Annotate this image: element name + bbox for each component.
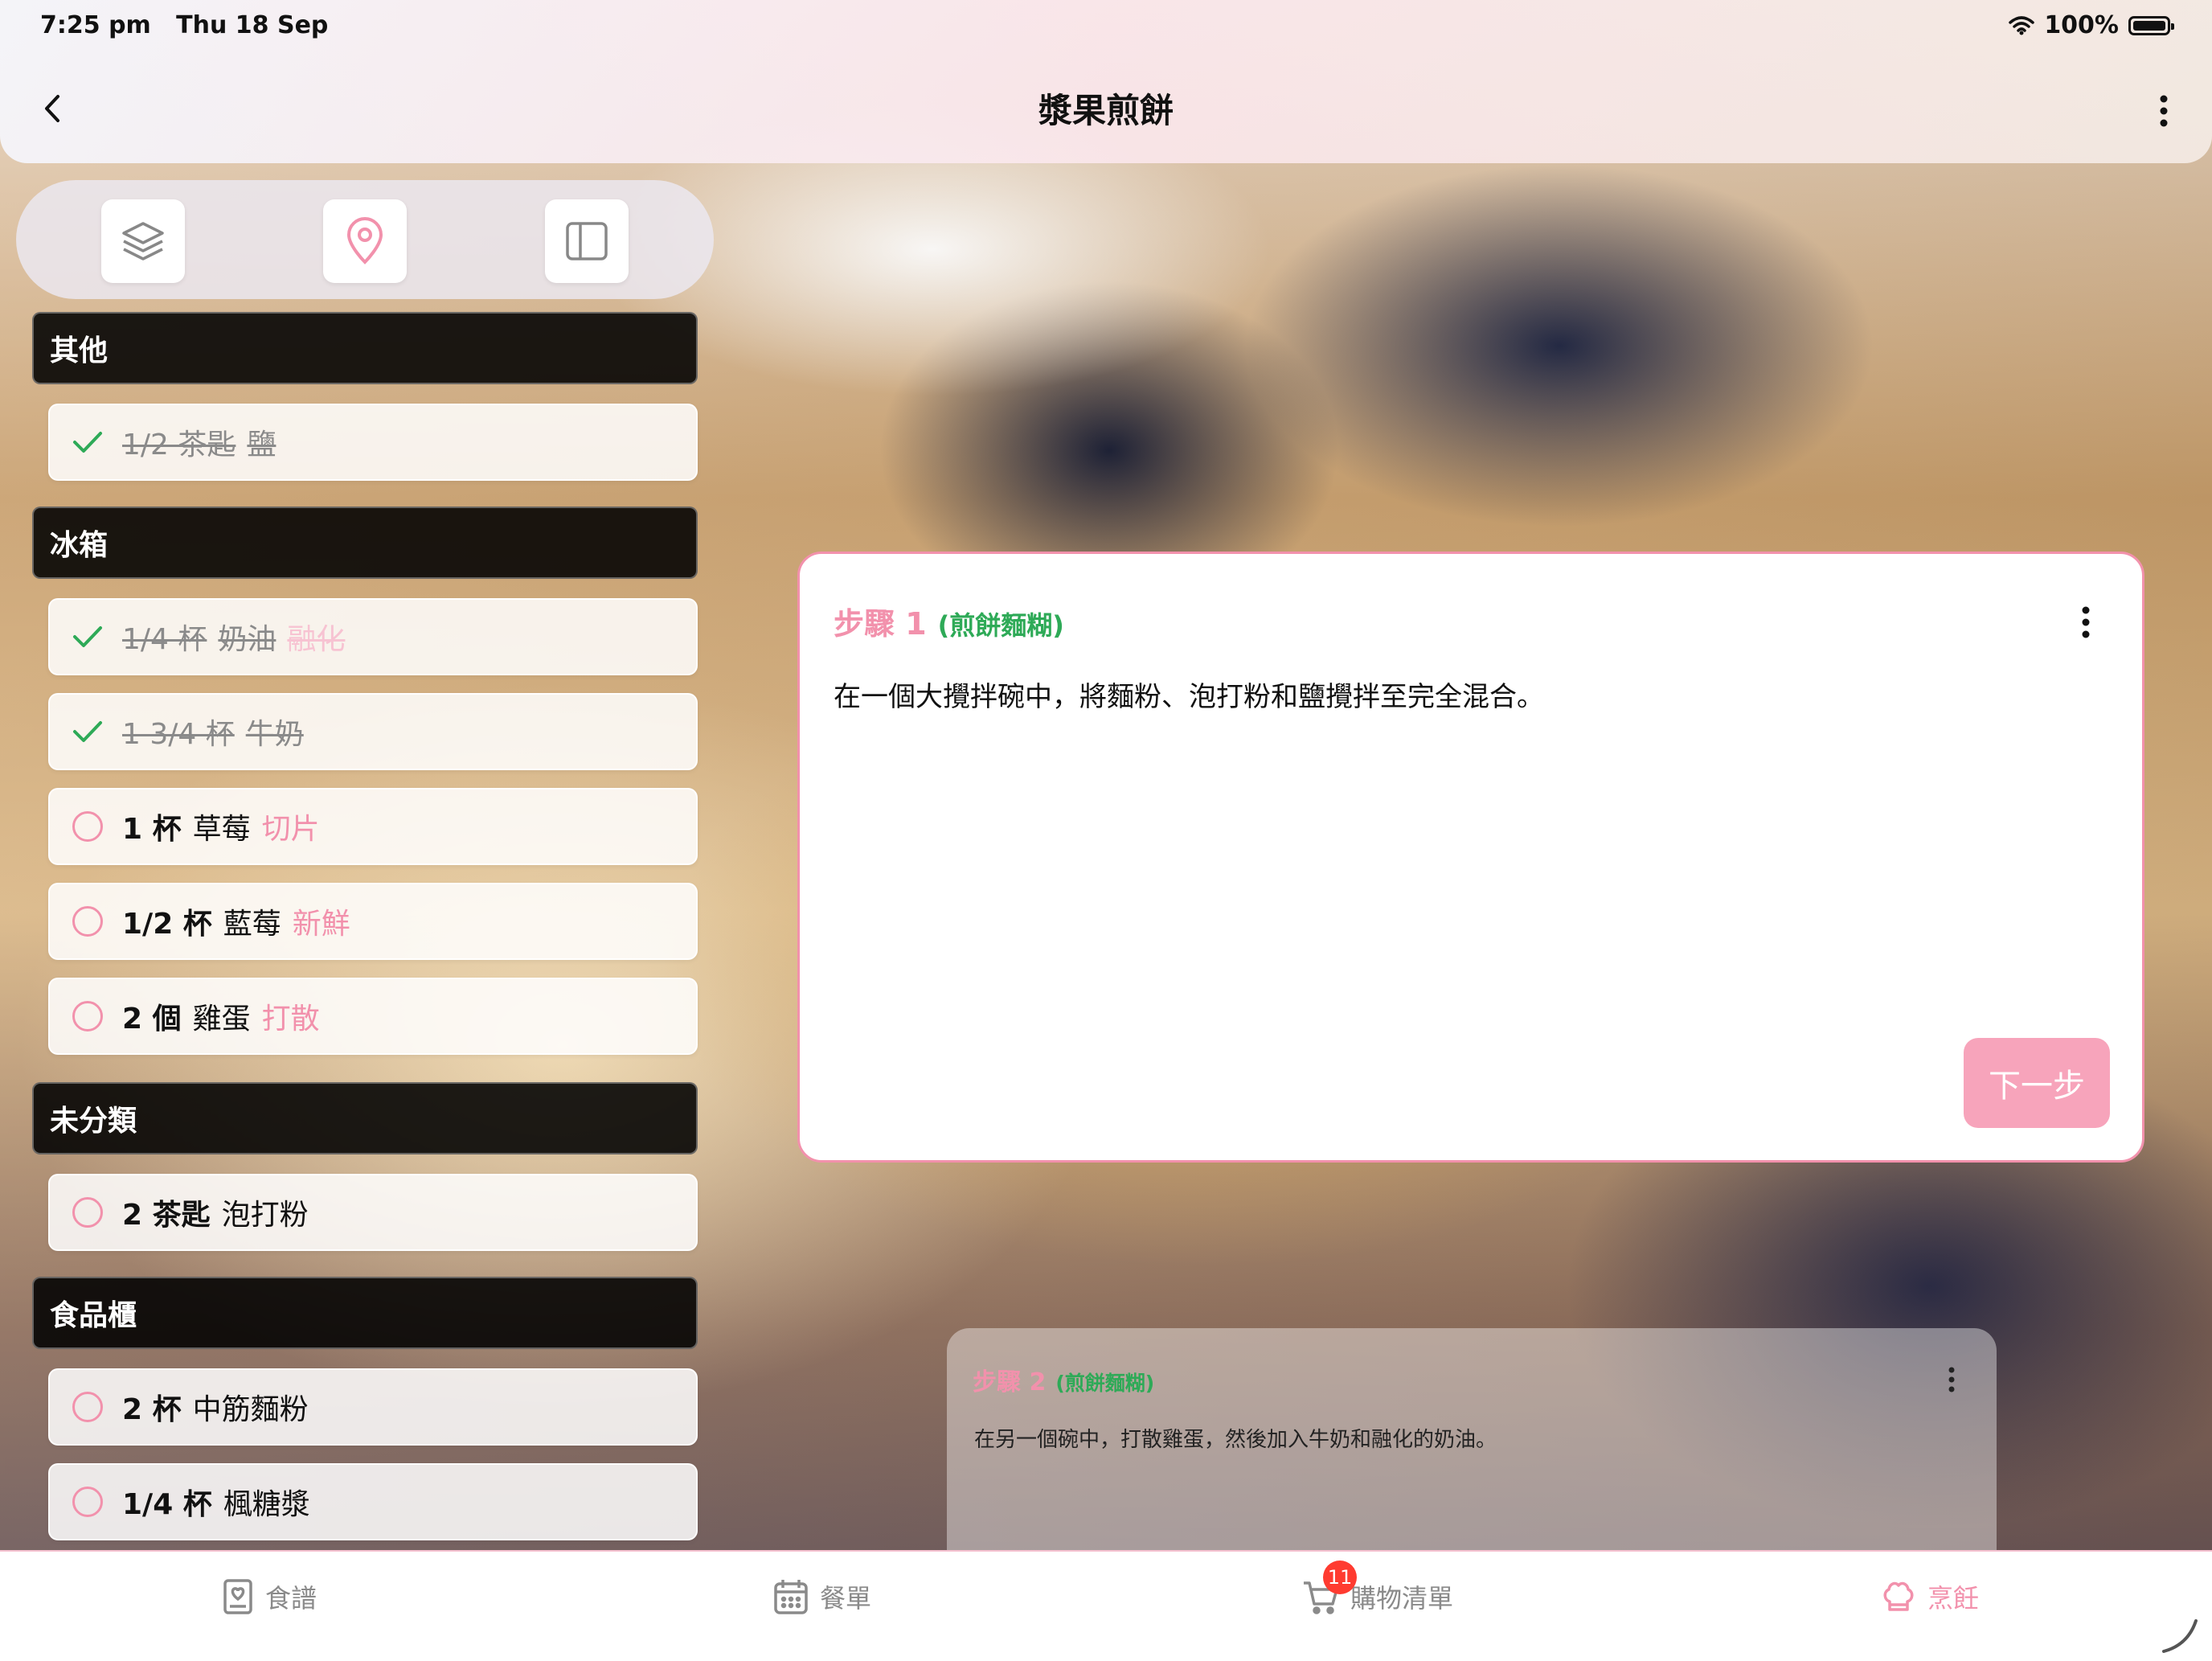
step-more-button[interactable]	[1945, 1364, 1958, 1396]
ingredient-note: 切片	[261, 813, 320, 846]
ingredient-quantity: 1/4 杯	[122, 623, 207, 656]
status-bar: 7:25 pm Thu 18 Sep 100%	[0, 0, 2212, 51]
step-more-button[interactable]	[2078, 602, 2094, 642]
ingredient-quantity: 1 杯	[122, 813, 182, 846]
sidebar-panel-icon	[566, 222, 608, 260]
ingredient-item[interactable]: 1 3/4 杯 牛奶	[48, 693, 698, 770]
ingredient-name: 鹽	[247, 429, 276, 461]
ingredient-name: 牛奶	[245, 718, 304, 751]
step-instruction: 在另一個碗中，打散雞蛋，然後加入牛奶和融化的奶油。	[974, 1428, 1497, 1452]
step-instruction: 在一個大攪拌碗中，將麵粉、泡打粉和鹽攪拌至完全混合。	[834, 681, 1544, 713]
ingredient-name: 藍莓	[223, 908, 281, 941]
tab-shopping-list[interactable]: 11 購物清單	[1302, 1561, 1454, 1621]
ingredient-name: 草莓	[192, 813, 251, 846]
battery-percentage: 100%	[2044, 11, 2119, 39]
ingredient-quantity: 2 杯	[122, 1393, 182, 1426]
location-button[interactable]	[323, 199, 407, 283]
location-pin-icon	[346, 217, 383, 265]
category-header[interactable]: 食品櫃	[32, 1277, 698, 1349]
checkmark-icon[interactable]	[69, 713, 106, 750]
tab-label: 餐單	[820, 1583, 872, 1614]
ingredient-quantity: 2 個	[122, 1003, 182, 1036]
status-date: Thu 18 Sep	[176, 11, 329, 39]
bottom-tab-bar: 食譜 餐單 11 購物清單 烹飪	[0, 1550, 2212, 1661]
ingredient-item[interactable]: 2 茶匙 泡打粉	[48, 1174, 698, 1251]
unchecked-circle-icon[interactable]	[69, 808, 106, 845]
step-section: (煎餅麵糊)	[1055, 1372, 1155, 1395]
battery-icon	[2128, 15, 2174, 35]
ingredient-item[interactable]: 1 杯 草莓 切片	[48, 788, 698, 865]
tab-recipes[interactable]: 食譜	[222, 1573, 317, 1621]
tab-label: 購物清單	[1350, 1583, 1454, 1614]
more-vertical-icon	[2160, 95, 2168, 127]
ingredient-quantity: 1/2 杯	[122, 908, 212, 941]
sidebar-toggle-button[interactable]	[545, 199, 629, 283]
recipe-book-icon	[223, 1579, 252, 1614]
unchecked-circle-icon[interactable]	[69, 903, 106, 940]
checkmark-icon[interactable]	[69, 618, 106, 655]
unchecked-circle-icon[interactable]	[69, 1194, 106, 1231]
ingredient-item[interactable]: 2 杯 中筋麵粉	[48, 1368, 698, 1446]
page-title: 漿果煎餅	[1038, 91, 1174, 130]
tab-meal-plan[interactable]: 餐單	[773, 1573, 871, 1621]
step-number: 步驟 2	[973, 1368, 1047, 1396]
ingredient-item[interactable]: 1/4 杯 楓糖漿	[48, 1463, 698, 1540]
ingredient-name: 中筋麵粉	[192, 1393, 309, 1426]
more-options-button[interactable]	[2148, 88, 2180, 133]
tab-cooking[interactable]: 烹飪	[1881, 1573, 1979, 1621]
unchecked-circle-icon[interactable]	[69, 998, 106, 1035]
layers-icon	[122, 222, 164, 260]
wifi-icon	[2009, 15, 2035, 35]
step-number: 步驟 1	[834, 606, 927, 642]
ingredient-quantity: 1/2 茶匙	[122, 429, 236, 461]
ingredient-name: 奶油	[218, 623, 276, 656]
unchecked-circle-icon[interactable]	[69, 1483, 106, 1520]
ingredient-quantity: 1/4 杯	[122, 1488, 212, 1521]
ingredient-item[interactable]: 2 個 雞蛋 打散	[48, 978, 698, 1055]
ingredient-note: 新鮮	[292, 908, 350, 941]
layers-button[interactable]	[101, 199, 185, 283]
ingredient-name: 泡打粉	[221, 1199, 309, 1232]
chef-hat-icon	[1883, 1581, 1914, 1611]
unchecked-circle-icon[interactable]	[69, 1388, 106, 1425]
ingredient-item[interactable]: 1/2 茶匙 鹽	[48, 404, 698, 481]
category-header[interactable]: 未分類	[32, 1082, 698, 1154]
next-step-button[interactable]: 下一步	[1964, 1038, 2110, 1128]
tab-label: 食譜	[265, 1583, 317, 1614]
checkmark-icon[interactable]	[69, 424, 106, 461]
view-toolbar	[16, 180, 714, 299]
resize-handle-icon[interactable]	[2156, 1610, 2204, 1658]
ingredient-name: 楓糖漿	[223, 1488, 310, 1521]
category-header[interactable]: 冰箱	[32, 507, 698, 579]
current-step-card: 步驟 1 (煎餅麵糊) 在一個大攪拌碗中，將麵粉、泡打粉和鹽攪拌至完全混合。 下…	[797, 552, 2144, 1163]
ingredient-item[interactable]: 1/2 杯 藍莓 新鮮	[48, 883, 698, 960]
ingredient-name: 雞蛋	[192, 1003, 251, 1036]
cart-count-badge: 11	[1323, 1561, 1357, 1594]
ingredient-note: 打散	[261, 1003, 320, 1036]
ingredient-note: 融化	[287, 623, 346, 656]
more-vertical-icon	[2082, 606, 2090, 638]
more-vertical-icon	[1948, 1367, 1955, 1392]
calendar-icon	[774, 1580, 808, 1614]
ingredient-quantity: 1 3/4 杯	[122, 718, 235, 751]
next-step-preview-card[interactable]: 步驟 2 (煎餅麵糊) 在另一個碗中，打散雞蛋，然後加入牛奶和融化的奶油。	[947, 1328, 1997, 1553]
step-section: (煎餅麵糊)	[937, 610, 1064, 641]
ingredient-quantity: 2 茶匙	[122, 1199, 211, 1232]
tab-label: 烹飪	[1927, 1583, 1980, 1614]
ingredient-item[interactable]: 1/4 杯 奶油 融化	[48, 598, 698, 675]
status-time: 7:25 pm	[40, 11, 151, 39]
category-header[interactable]: 其他	[32, 312, 698, 384]
